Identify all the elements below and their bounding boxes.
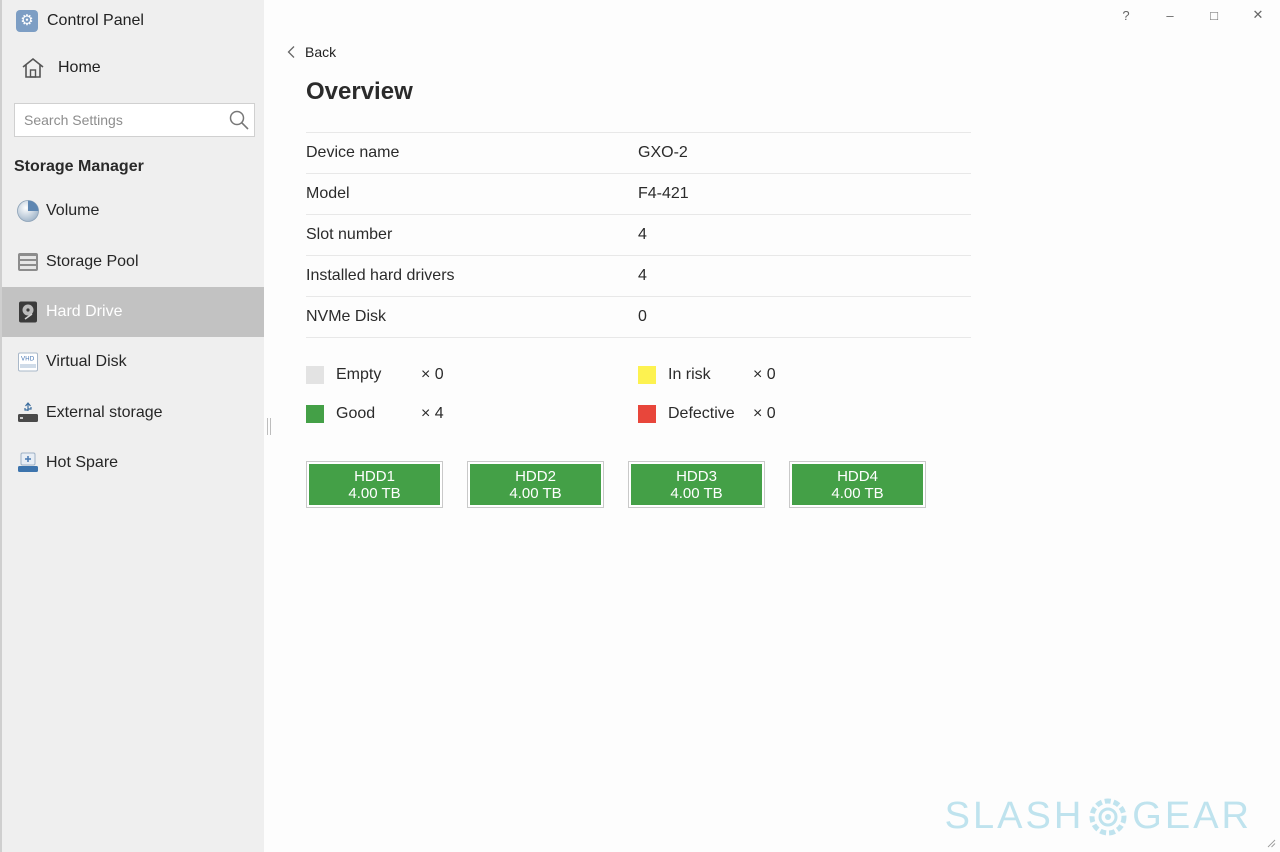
usb-icon (16, 401, 40, 425)
sidebar-item-virtual-disk[interactable]: VHD Virtual Disk (2, 337, 264, 387)
hard-drive-icon (16, 300, 40, 324)
drive-size: 4.00 TB (670, 484, 723, 502)
legend-label: Empty (336, 366, 382, 383)
sidebar-item-label: Hard Drive (46, 302, 123, 320)
back-button[interactable]: Back (286, 42, 336, 62)
sidebar-item-hot-spare[interactable]: Hot Spare (2, 438, 264, 488)
legend-item-empty: Empty × 0 (306, 363, 444, 387)
control-panel-icon: ⚙ (16, 10, 38, 32)
back-label: Back (305, 44, 337, 60)
drive-slot-hdd1[interactable]: HDD1 4.00 TB (306, 461, 443, 508)
sidebar-item-home[interactable]: Home (20, 54, 101, 82)
legend-label: Defective (668, 405, 735, 422)
info-key: Model (306, 185, 350, 202)
pie-chart-icon (16, 199, 40, 223)
gear-logo-icon (1089, 798, 1127, 835)
info-value: 4 (638, 267, 647, 284)
sidebar: ⚙ Control Panel Home Storage Manager (0, 0, 264, 852)
drive-tile: HDD4 4.00 TB (792, 464, 923, 505)
sidebar-item-label: External storage (46, 403, 163, 421)
info-row: Installed hard drivers 4 (306, 256, 971, 297)
search-icon[interactable] (228, 109, 250, 131)
drive-slot-hdd3[interactable]: HDD3 4.00 TB (628, 461, 765, 508)
sidebar-item-label: Virtual Disk (46, 353, 127, 371)
drive-slot-hdd4[interactable]: HDD4 4.00 TB (789, 461, 926, 508)
legend-swatch (306, 405, 324, 423)
info-row: Model F4-421 (306, 174, 971, 215)
legend-count: × 0 (753, 366, 776, 383)
sidebar-item-label: Hot Spare (46, 454, 119, 472)
info-key: Slot number (306, 226, 393, 243)
maximize-button[interactable]: □ (1192, 0, 1236, 30)
drive-tile: HDD3 4.00 TB (631, 464, 762, 505)
sidebar-item-label: Home (58, 59, 101, 76)
window-controls: ? – □ ✕ (1104, 0, 1280, 30)
window-resize-grip-icon[interactable] (1266, 838, 1276, 848)
close-button[interactable]: ✕ (1236, 0, 1280, 30)
legend-item-in-risk: In risk × 0 (638, 363, 776, 387)
info-value: 4 (638, 226, 647, 243)
minimize-button[interactable]: – (1148, 0, 1192, 30)
legend-label: In risk (668, 366, 711, 383)
app-title: ⚙ Control Panel (16, 8, 144, 34)
sidebar-item-external-storage[interactable]: External storage (2, 388, 264, 438)
sidebar-item-storage-pool[interactable]: Storage Pool (2, 236, 264, 286)
info-key: Device name (306, 144, 400, 161)
slashgear-watermark: SLASH GEAR (945, 795, 1252, 838)
legend-swatch (638, 405, 656, 423)
storage-pool-icon (16, 250, 40, 274)
sidebar-item-hard-drive[interactable]: Hard Drive (2, 286, 264, 338)
search-input[interactable] (15, 104, 224, 136)
sidebar-item-label: Storage Pool (46, 252, 139, 270)
legend-label: Good (336, 405, 376, 422)
app-title-label: Control Panel (47, 12, 144, 29)
watermark-text-left: SLASH (944, 795, 1085, 837)
sidebar-nav: Volume Storage Pool Hard Drive VHD Virtu… (2, 186, 264, 488)
info-table: Device name GXO-2 Model F4-421 Slot numb… (306, 132, 971, 338)
drive-name: HDD3 (676, 467, 717, 485)
info-row: Slot number 4 (306, 215, 971, 256)
legend-item-good: Good × 4 (306, 402, 444, 426)
info-key: Installed hard drivers (306, 267, 455, 284)
legend-swatch (306, 366, 324, 384)
info-value: F4-421 (638, 185, 689, 202)
search-box (14, 103, 255, 137)
drive-tile: HDD2 4.00 TB (470, 464, 601, 505)
info-key: NVMe Disk (306, 308, 387, 325)
legend-count: × 4 (421, 405, 444, 422)
drive-slots: HDD1 4.00 TB HDD2 4.00 TB HDD3 4.00 TB H… (306, 461, 950, 508)
drive-size: 4.00 TB (348, 484, 401, 502)
legend-swatch (638, 366, 656, 384)
watermark-text-right: GEAR (1132, 795, 1252, 837)
sidebar-item-volume[interactable]: Volume (2, 186, 264, 236)
info-value: GXO-2 (638, 144, 688, 161)
chevron-left-icon (287, 46, 295, 58)
drive-size: 4.00 TB (831, 484, 884, 502)
legend-count: × 0 (753, 405, 776, 422)
legend-item-defective: Defective × 0 (638, 402, 776, 426)
drive-name: HDD1 (354, 467, 395, 485)
sidebar-resize-handle[interactable] (267, 418, 271, 435)
drive-tile: HDD1 4.00 TB (309, 464, 440, 505)
vhd-icon: VHD (16, 350, 40, 374)
drive-size: 4.00 TB (509, 484, 562, 502)
info-value: 0 (638, 308, 647, 325)
home-icon (22, 57, 44, 78)
help-button[interactable]: ? (1104, 0, 1148, 30)
drive-name: HDD2 (515, 467, 556, 485)
svg-text:VHD: VHD (21, 356, 35, 363)
drive-slot-hdd2[interactable]: HDD2 4.00 TB (467, 461, 604, 508)
section-title: Storage Manager (14, 158, 144, 175)
page-title: Overview (306, 78, 413, 105)
sidebar-item-label: Volume (46, 202, 100, 220)
info-row: Device name GXO-2 (306, 133, 971, 174)
hot-spare-icon (16, 451, 40, 475)
drive-name: HDD4 (837, 467, 878, 485)
legend-count: × 0 (421, 366, 444, 383)
info-row: NVMe Disk 0 (306, 297, 971, 338)
